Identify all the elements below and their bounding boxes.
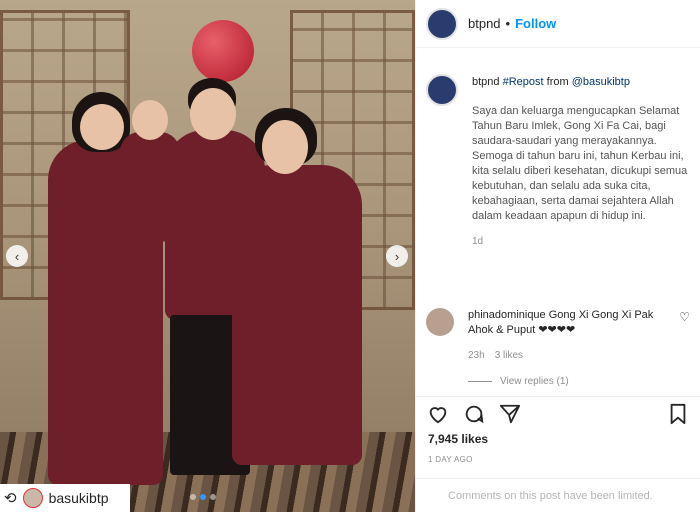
follow-button[interactable]: Follow [515, 16, 556, 31]
hashtag-link[interactable]: #Repost [503, 76, 544, 88]
person-woman-right [232, 165, 362, 465]
comment-meta: 23h 3 likes [468, 348, 658, 363]
avatar[interactable] [426, 308, 454, 336]
carousel-dot[interactable] [200, 494, 206, 500]
repost-icon: ⟲ [4, 490, 17, 507]
bookmark-icon[interactable] [666, 402, 690, 426]
likes-count[interactable]: 7,945 likes [428, 432, 488, 446]
comment-body: phinadominique Gong Xi Gong Xi Pak Ahok … [468, 308, 658, 363]
person-face [80, 104, 124, 150]
comment-icon[interactable] [462, 402, 486, 426]
post-header: btpnd • Follow [416, 0, 700, 48]
comment-username[interactable]: phinadominique [468, 309, 546, 321]
repost-username[interactable]: basukibtp [49, 490, 109, 506]
caption-time: 1d [472, 236, 484, 247]
post-caption: btpnd #Repost from @basukibtp Saya dan k… [426, 74, 690, 250]
caption-from: from [543, 76, 572, 88]
repost-attribution: ⟲ basukibtp [0, 484, 130, 512]
post-sidebar: btpnd • Follow btpnd #Repost from @basuk… [415, 0, 700, 512]
action-bar [416, 396, 700, 430]
view-replies-label[interactable]: View replies (1) [500, 376, 569, 387]
divider [468, 381, 492, 382]
mention-link[interactable]: @basukibtp [572, 76, 630, 88]
header-username[interactable]: btpnd [468, 16, 501, 31]
post-timestamp: 1 DAY AGO [428, 455, 473, 464]
comment-item: phinadominique Gong Xi Gong Xi Pak Ahok … [426, 308, 690, 363]
comment-likes[interactable]: 3 likes [495, 348, 523, 363]
avatar[interactable] [426, 7, 458, 40]
avatar[interactable] [22, 488, 43, 508]
person-face [190, 88, 236, 140]
separator: • [505, 16, 511, 31]
carousel-dot[interactable] [190, 494, 196, 500]
caption-username[interactable]: btpnd [472, 76, 500, 88]
red-balloon [192, 20, 254, 82]
carousel-indicator [190, 494, 216, 500]
chevron-right-icon: › [394, 248, 400, 264]
view-replies-link[interactable]: View replies (1) [468, 376, 569, 387]
chevron-left-icon: ‹ [14, 248, 20, 264]
caption-body: Saya dan keluarga mengucapkan Selamat Ta… [472, 105, 691, 222]
person-face [262, 120, 308, 174]
share-icon[interactable] [498, 402, 522, 426]
comment-time: 23h [468, 350, 485, 361]
carousel-dot[interactable] [210, 494, 216, 500]
person-face [132, 100, 168, 140]
carousel-prev-button[interactable]: ‹ [6, 245, 28, 267]
caption-text: btpnd #Repost from @basukibtp Saya dan k… [472, 74, 690, 250]
post-photo: ‹ › ⟲ basukibtp [0, 0, 415, 512]
avatar[interactable] [426, 74, 458, 106]
carousel-next-button[interactable]: › [386, 245, 408, 267]
heart-icon[interactable] [426, 402, 450, 426]
comments-limited-notice: Comments on this post have been limited. [416, 478, 700, 512]
comment-like-heart-icon[interactable]: ♡ [679, 310, 690, 324]
